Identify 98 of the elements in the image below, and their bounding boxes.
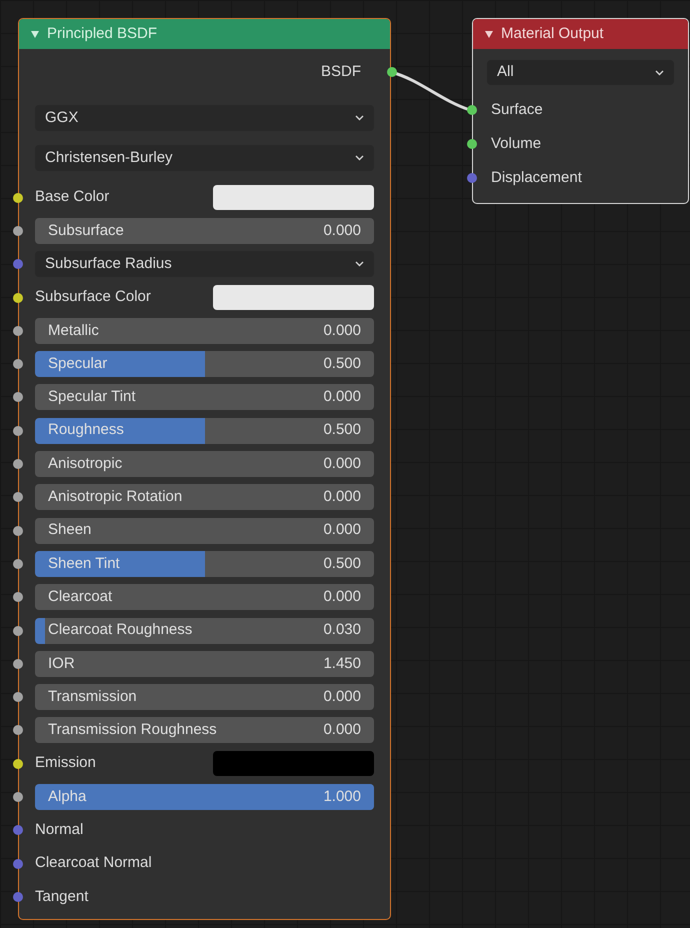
input-socket[interactable] bbox=[13, 758, 23, 769]
node-title: Material Output bbox=[501, 24, 604, 44]
input-socket[interactable] bbox=[13, 825, 23, 836]
dropdown[interactable]: Christensen-Burley bbox=[35, 145, 374, 171]
value-slider[interactable]: Specular 0.500 bbox=[35, 351, 374, 378]
input-socket[interactable] bbox=[13, 792, 23, 802]
node-title: Principled BSDF bbox=[47, 24, 158, 44]
slider-value: 0.000 bbox=[323, 454, 361, 474]
socket-label: Clearcoat Normal bbox=[35, 853, 152, 874]
socket-label: Volume bbox=[491, 134, 542, 154]
input-socket[interactable] bbox=[13, 492, 23, 502]
chevron-icon bbox=[355, 115, 364, 121]
value-slider[interactable]: Transmission Roughness 0.000 bbox=[35, 717, 374, 744]
collapse-triangle-icon[interactable] bbox=[485, 30, 493, 38]
node-header[interactable]: Principled BSDF bbox=[19, 19, 390, 49]
color-swatch[interactable] bbox=[213, 751, 374, 776]
socket-label: Base Color bbox=[35, 187, 110, 208]
slider-label: Sheen Tint bbox=[48, 554, 120, 574]
value-slider[interactable]: Roughness 0.500 bbox=[35, 418, 374, 444]
slider-label: Clearcoat bbox=[48, 586, 112, 607]
slider-label: Clearcoat Roughness bbox=[48, 620, 192, 640]
input-socket[interactable] bbox=[13, 192, 23, 203]
slider-value: 0.000 bbox=[323, 686, 361, 707]
slider-label: IOR bbox=[48, 654, 75, 674]
input-socket[interactable] bbox=[13, 558, 23, 569]
slider-value: 0.500 bbox=[323, 420, 361, 440]
input-socket[interactable] bbox=[13, 259, 23, 270]
input-socket[interactable] bbox=[13, 292, 23, 303]
input-socket[interactable] bbox=[13, 725, 23, 736]
slider-label: Anisotropic bbox=[48, 454, 122, 474]
slider-label: Sheen bbox=[48, 520, 92, 540]
socket-label: Displacement bbox=[491, 168, 582, 188]
socket-label: Emission bbox=[35, 753, 97, 774]
value-slider[interactable]: Alpha 1.000 bbox=[35, 784, 374, 810]
value-slider[interactable]: Anisotropic 0.000 bbox=[35, 451, 374, 478]
input-socket[interactable] bbox=[13, 692, 23, 702]
slider-value: 1.000 bbox=[323, 786, 361, 807]
input-socket[interactable] bbox=[13, 658, 23, 669]
value-slider[interactable]: Transmission 0.000 bbox=[35, 684, 374, 710]
input-socket[interactable] bbox=[467, 105, 477, 115]
input-socket[interactable] bbox=[13, 359, 23, 370]
socket-label: BSDF bbox=[320, 62, 361, 82]
color-swatch[interactable] bbox=[213, 185, 374, 210]
node-header[interactable]: Material Output bbox=[473, 19, 688, 49]
socket-label: Subsurface Color bbox=[35, 287, 152, 308]
slider-value: 0.000 bbox=[323, 720, 361, 740]
socket-label: Tangent bbox=[35, 886, 88, 907]
slider-value: 1.450 bbox=[323, 654, 361, 674]
slider-label: Subsurface bbox=[48, 220, 124, 241]
slider-label: Alpha bbox=[48, 786, 86, 807]
value-slider[interactable]: Subsurface 0.000 bbox=[35, 218, 374, 244]
dropdown[interactable]: GGX bbox=[35, 105, 374, 131]
value-slider[interactable]: Sheen 0.000 bbox=[35, 518, 374, 544]
input-socket[interactable] bbox=[13, 626, 23, 636]
dropdown[interactable]: All bbox=[487, 60, 674, 85]
socket-label: Normal bbox=[35, 820, 84, 840]
slider-label: Metallic bbox=[48, 320, 99, 341]
input-socket[interactable] bbox=[13, 392, 23, 402]
slider-label: Specular bbox=[48, 354, 108, 374]
slider-value: 0.030 bbox=[323, 620, 361, 640]
dropdown[interactable]: Subsurface Radius bbox=[35, 251, 374, 278]
value-slider[interactable]: Anisotropic Rotation 0.000 bbox=[35, 484, 374, 510]
input-socket[interactable] bbox=[387, 67, 397, 77]
value-slider[interactable]: Clearcoat Roughness 0.030 bbox=[35, 618, 374, 644]
color-swatch[interactable] bbox=[213, 285, 374, 310]
input-socket[interactable] bbox=[13, 459, 23, 470]
slider-value: 0.000 bbox=[323, 586, 361, 607]
slider-label: Anisotropic Rotation bbox=[48, 487, 182, 508]
slider-value: 0.000 bbox=[323, 220, 361, 241]
value-slider[interactable]: Specular Tint 0.000 bbox=[35, 384, 374, 410]
input-socket[interactable] bbox=[13, 426, 23, 436]
input-socket[interactable] bbox=[13, 892, 23, 902]
value-slider[interactable]: Metallic 0.000 bbox=[35, 318, 374, 344]
value-slider[interactable]: Sheen Tint 0.500 bbox=[35, 550, 374, 577]
chevron-icon bbox=[355, 155, 364, 161]
input-socket[interactable] bbox=[13, 526, 23, 536]
slider-label: Transmission bbox=[48, 686, 137, 707]
number-field[interactable]: IOR 1.450 bbox=[35, 650, 374, 677]
slider-value: 0.500 bbox=[323, 354, 361, 374]
slider-value: 0.000 bbox=[323, 520, 361, 540]
value-slider[interactable]: Clearcoat 0.000 bbox=[35, 584, 374, 610]
collapse-triangle-icon[interactable] bbox=[31, 30, 39, 38]
input-socket[interactable] bbox=[467, 139, 477, 149]
input-socket[interactable] bbox=[13, 326, 23, 336]
socket-label: Surface bbox=[491, 100, 543, 120]
slider-label: Transmission Roughness bbox=[48, 720, 217, 740]
slider-value: 0.000 bbox=[323, 320, 361, 341]
chevron-icon bbox=[655, 70, 664, 76]
slider-label: Specular Tint bbox=[48, 387, 136, 408]
slider-value: 0.000 bbox=[323, 487, 361, 508]
chevron-icon bbox=[355, 261, 364, 268]
slider-label: Roughness bbox=[48, 420, 124, 440]
input-socket[interactable] bbox=[13, 592, 23, 602]
input-socket[interactable] bbox=[13, 858, 23, 869]
slider-value: 0.500 bbox=[323, 554, 361, 574]
slider-value: 0.000 bbox=[323, 387, 361, 408]
input-socket[interactable] bbox=[13, 226, 23, 236]
input-socket[interactable] bbox=[467, 173, 477, 183]
